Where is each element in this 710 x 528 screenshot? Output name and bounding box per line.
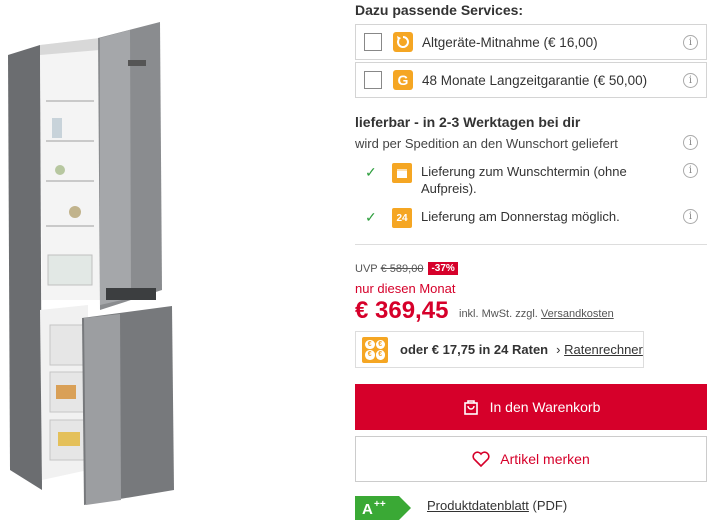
info-icon[interactable]: i <box>683 209 698 224</box>
rate-calculator-label: Ratenrechner <box>564 342 643 357</box>
services-title: Dazu passende Services: <box>355 2 524 18</box>
add-to-cart-label: In den Warenkorb <box>489 399 601 415</box>
rate-calculator-link[interactable]: › Ratenrechner <box>556 342 643 357</box>
service-label: Altgeräte-Mitnahme (€ 16,00) <box>422 34 598 50</box>
datasheet-suffix: (PDF) <box>532 498 568 513</box>
uvp-price: UVP € 589,00 -37% <box>355 262 458 275</box>
datasheet-link[interactable]: Produktdatenblatt <box>427 498 529 513</box>
calendar-icon <box>392 163 412 183</box>
installment-icon: € € € € <box>362 336 388 363</box>
delivery-status: lieferbar - in 2-3 Werktagen bei dir <box>355 114 581 130</box>
service-label: 48 Monate Langzeitgarantie (€ 50,00) <box>422 72 648 88</box>
wishlist-button[interactable]: Artikel merken <box>355 436 707 482</box>
info-icon[interactable]: i <box>683 163 698 178</box>
heart-icon <box>472 451 490 467</box>
guarantee-icon: G <box>393 70 413 90</box>
current-price: € 369,45 <box>355 297 449 324</box>
service-checkbox[interactable] <box>364 33 382 51</box>
financing-box[interactable]: € € € € oder € 17,75 in 24 Raten › Ratenrec… <box>355 331 644 368</box>
service-recycle-option[interactable]: Altgeräte-Mitnahme (€ 16,00) i <box>355 24 707 60</box>
info-icon[interactable]: i <box>683 35 698 50</box>
service-checkbox[interactable] <box>364 71 382 89</box>
add-to-cart-button[interactable]: In den Warenkorb <box>355 384 707 430</box>
energy-class: A <box>362 501 373 518</box>
24h-icon: 24 <box>392 208 412 228</box>
wishlist-label: Artikel merken <box>500 451 590 467</box>
promo-text: nur diesen Monat <box>355 281 456 296</box>
uvp-value: € 589,00 <box>380 262 424 275</box>
energy-class-sup: ++ <box>374 499 386 510</box>
check-icon: ✓ <box>365 164 377 180</box>
energy-label-badge[interactable]: A ++ <box>355 496 411 520</box>
recycle-icon <box>393 32 413 52</box>
delivery-option-text: Lieferung am Donnerstag möglich. <box>421 209 620 224</box>
divider <box>355 244 707 245</box>
shipping-link[interactable]: Versandkosten <box>541 308 614 320</box>
delivery-option: ✓ 24 Lieferung am Donnerstag möglich. <box>365 208 651 228</box>
tax-note: inkl. MwSt. zzgl. Versandkosten <box>459 308 614 320</box>
info-icon[interactable]: i <box>683 73 698 88</box>
product-image[interactable] <box>0 0 345 528</box>
tax-text: inkl. MwSt. zzgl. <box>459 308 538 320</box>
discount-badge: -37% <box>428 262 458 275</box>
service-guarantee-option[interactable]: G 48 Monate Langzeitgarantie (€ 50,00) i <box>355 62 707 98</box>
delivery-option-text: Lieferung zum Wunschtermin (ohne Aufprei… <box>421 164 627 196</box>
financing-text: oder € 17,75 in 24 Raten <box>400 342 549 357</box>
shopping-bag-icon <box>463 400 478 415</box>
delivery-method: wird per Spedition an den Wunschort geli… <box>355 136 618 151</box>
check-icon: ✓ <box>365 209 377 225</box>
datasheet: Produktdatenblatt (PDF) <box>427 498 567 513</box>
info-icon[interactable]: i <box>683 135 698 150</box>
chevron-right-icon: › <box>556 342 561 357</box>
uvp-label: UVP <box>355 262 378 275</box>
delivery-option: ✓ Lieferung zum Wunschtermin (ohne Aufpr… <box>365 163 651 197</box>
